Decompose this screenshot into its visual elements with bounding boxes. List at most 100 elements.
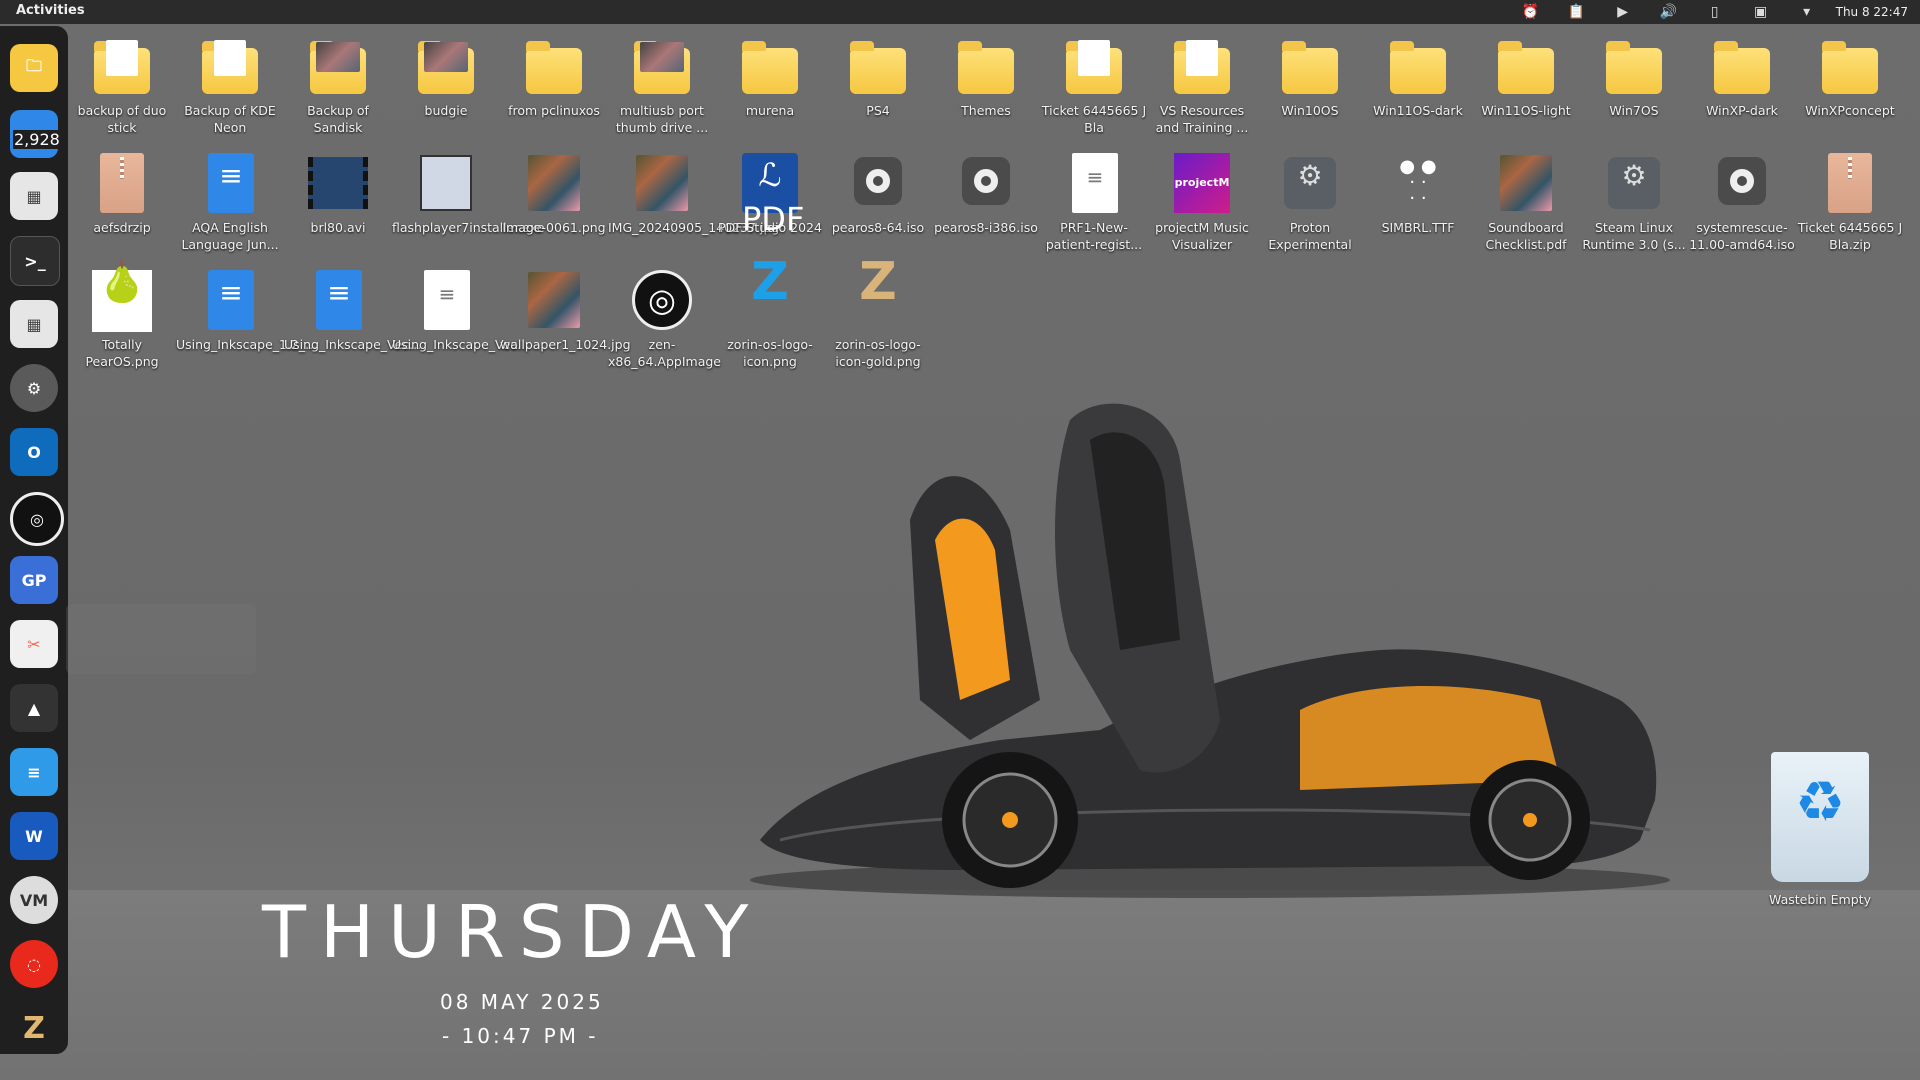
dock-screenshot-tool[interactable]: ✂ — [10, 620, 58, 668]
desktop-icon[interactable]: Proton Experimental — [1256, 151, 1364, 253]
desktop-icon-label: zorin-os-logo-icon-gold.png — [835, 337, 921, 369]
dock-zen-browser[interactable]: ◎ — [10, 492, 64, 546]
desktop-icon[interactable]: ● ● · · · · SIMBRL.TTF — [1364, 151, 1472, 236]
desktop-icon[interactable]: WinXPconcept — [1796, 34, 1904, 119]
desktop-icon-label: Win11OS-light — [1481, 103, 1571, 118]
dock-word[interactable]: W — [10, 812, 58, 860]
dock-files[interactable]: 🗀 — [10, 44, 58, 92]
wastebin[interactable]: ♻ Wastebin Empty — [1766, 752, 1874, 908]
store-icon: ▦ — [26, 314, 42, 334]
desktop-icon[interactable]: from pclinuxos — [500, 34, 608, 119]
dock-opera-gx[interactable]: ◌ — [10, 940, 58, 988]
recycle-icon: ♻ — [1765, 752, 1875, 887]
clock[interactable]: Thu 8 22:47 — [1836, 5, 1908, 19]
gear-icon: ⚙ — [26, 378, 42, 398]
desktop-icon[interactable]: 🍐 Totally PearOS.png — [68, 262, 176, 370]
desktop-icon[interactable]: brl80.avi — [284, 151, 392, 236]
activities-button[interactable]: Activities — [16, 3, 85, 18]
desktop-icon[interactable]: murena — [716, 34, 824, 119]
desktop-icon[interactable]: Ticket 6445665 J Bla — [1040, 34, 1148, 136]
desktop-icon[interactable]: systemrescue-11.00-amd64.iso — [1688, 151, 1796, 253]
desktop-icon-label: Steam Linux Runtime 3.0 (s... — [1582, 220, 1686, 252]
disc-image-icon — [1710, 151, 1774, 215]
desktop-icon[interactable]: IMG_20240905_140237.jpg — [608, 151, 779, 236]
desktop-icon-label: Backup of KDE Neon — [184, 103, 276, 135]
opera-icon: ◌ — [27, 954, 41, 974]
desktop-icon-label: WinXP-dark — [1706, 103, 1778, 118]
folder-icon — [630, 34, 694, 98]
desktop-icon[interactable]: Using_Inkscape_Vec... — [284, 268, 422, 353]
desktop-icon[interactable]: Steam Linux Runtime 3.0 (s... — [1580, 151, 1688, 253]
alarm-icon[interactable]: ⏰ — [1508, 4, 1554, 20]
desktop-icon[interactable]: Zzorin-os-logo-icon-gold.png — [824, 256, 932, 370]
dock-inkscape[interactable]: ▲ — [10, 684, 58, 732]
battery-icon[interactable]: ▯ — [1692, 4, 1738, 20]
dock-settings[interactable]: ⚙ — [10, 364, 58, 412]
desktop-icon[interactable]: multiusb port thumb drive ... — [608, 34, 716, 136]
desktop-icon[interactable]: Image-0061.png — [500, 151, 608, 236]
pear-icon: 🍐 — [90, 262, 154, 332]
desktop-icon-label: pearos8-64.iso — [831, 220, 925, 235]
desktop-icon[interactable]: backup of duo stick — [68, 34, 176, 136]
document-icon — [414, 268, 478, 332]
desktop-icon[interactable]: AQA English Language Jun... — [176, 151, 284, 253]
desktop-icon[interactable]: Backup of Sandisk — [284, 34, 392, 136]
desktop-icon-label: Themes — [961, 103, 1011, 118]
dock-vm-app[interactable]: VM — [10, 876, 58, 924]
desktop-icon[interactable]: pearos8-i386.iso — [932, 151, 1040, 236]
desktop-icon-label: zorin-os-logo-icon.png — [727, 337, 813, 369]
clipboard-icon[interactable]: 📋 — [1554, 4, 1600, 20]
desktop-icon[interactable]: Zzorin-os-logo-icon.png — [716, 256, 824, 370]
folder-icon — [1602, 34, 1666, 98]
desktop-icon[interactable]: Backup of KDE Neon — [176, 34, 284, 136]
desktop-icon-label: Using_Inkscape_Vec... — [392, 337, 530, 352]
dock-writer[interactable]: ≡ — [10, 748, 58, 796]
desktop-icon[interactable]: flashplayer7installer.exe — [392, 151, 544, 236]
chevron-down-icon[interactable]: ▾ — [1784, 4, 1830, 20]
dock-zorin[interactable]: Z — [10, 1004, 58, 1052]
window-icon[interactable]: ▣ — [1738, 4, 1784, 20]
desktop-icon[interactable]: Win11OS-dark — [1364, 34, 1472, 119]
writer-icon: ≡ — [27, 762, 41, 782]
desktop-icon[interactable]: Win11OS-light — [1472, 34, 1580, 119]
desktop-icon[interactable]: ℒ PDF PDF Studio 2024 — [716, 151, 824, 238]
desktop-icon-label: brl80.avi — [310, 220, 366, 235]
desktop-icon[interactable]: ◎ zen-x86_64.AppImage — [608, 268, 721, 370]
document-icon — [198, 151, 262, 215]
desktop-icon-label: Win7OS — [1609, 103, 1659, 118]
desktop-icon[interactable]: Win10OS — [1256, 34, 1364, 119]
desktop-icon[interactable]: VS Resources and Training ... — [1148, 34, 1256, 136]
dock-terminal[interactable]: >_ — [10, 236, 60, 286]
wastebin-label: Wastebin Empty — [1769, 892, 1871, 907]
desktop-icon[interactable]: budgie — [392, 34, 500, 119]
desktop-icon-label: wallpaper1_1024.jpg — [500, 337, 631, 352]
desktop-icon-label: Ticket 6445665 J Bla.zip — [1797, 220, 1903, 252]
notification-ghost — [66, 604, 256, 674]
desktop-icon[interactable]: pearos8-64.iso — [824, 151, 932, 236]
desktop-icon-label: aefsdrzip — [93, 220, 151, 235]
folder-icon — [1278, 34, 1342, 98]
desktop-icon[interactable]: Using_Inkscape_Vec... — [392, 268, 530, 353]
dock-outlook[interactable]: O — [10, 428, 58, 476]
desktop-icon-label: backup of duo stick — [77, 103, 167, 135]
dock-gp-app[interactable]: GP — [10, 556, 58, 604]
desktop-icon[interactable]: projectM projectM Music Visualizer — [1148, 151, 1256, 253]
desktop-icon[interactable]: wallpaper1_1024.jpg — [500, 268, 631, 353]
bag-icon: ▦ — [26, 186, 42, 206]
desktop-icon[interactable]: WinXP-dark — [1688, 34, 1796, 119]
folder-icon — [846, 34, 910, 98]
desktop-icon[interactable]: PS4 — [824, 34, 932, 119]
desktop-icon[interactable]: PRF1-New-patient-regist... — [1040, 151, 1148, 253]
image-thumbnail-icon — [1494, 151, 1558, 215]
desktop-icon[interactable]: Themes — [932, 34, 1040, 119]
desktop-icon[interactable]: Using_Inkscape_1.2_... — [176, 268, 317, 353]
desktop-icon[interactable]: aefsdrzip — [68, 151, 176, 236]
desktop-icon[interactable]: Win7OS — [1580, 34, 1688, 119]
desktop-icon-label: Using_Inkscape_Vec... — [284, 337, 422, 352]
desktop-icon[interactable]: Soundboard Checklist.pdf — [1472, 151, 1580, 253]
play-icon[interactable]: ▶ — [1600, 4, 1646, 20]
dock-software[interactable]: ▦ — [10, 172, 58, 220]
volume-icon[interactable]: 🔊 — [1646, 4, 1692, 20]
dock-software-store[interactable]: ▦ — [10, 300, 58, 348]
desktop-icon[interactable]: Ticket 6445665 J Bla.zip — [1796, 151, 1904, 253]
